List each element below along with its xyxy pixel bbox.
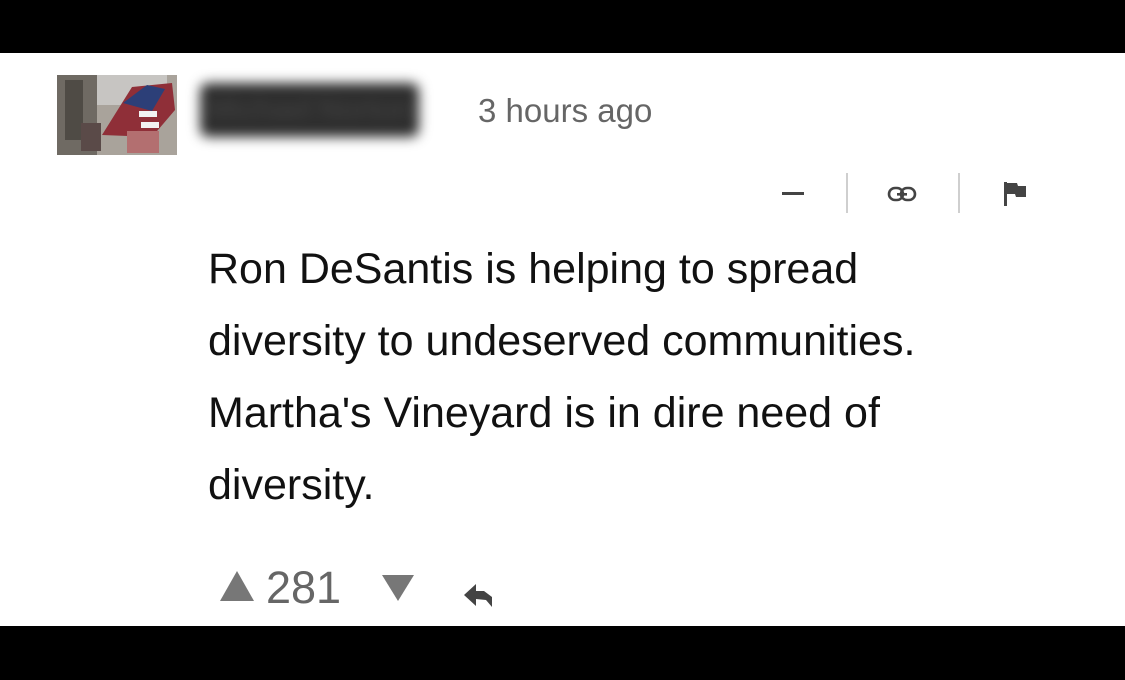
avatar-image — [57, 75, 177, 155]
minus-icon — [782, 192, 804, 195]
action-separator — [846, 173, 848, 213]
permalink-button[interactable] — [882, 171, 922, 217]
reply-icon — [464, 584, 492, 607]
letterbox-bottom — [0, 626, 1125, 680]
username-redacted[interactable]: Michael Norton — [200, 83, 419, 137]
comment-body: Ron DeSantis is helping to spread divers… — [208, 245, 916, 509]
reply-button[interactable] — [462, 581, 496, 611]
action-separator — [958, 173, 960, 213]
flag-icon — [1004, 182, 1026, 206]
avatar[interactable] — [57, 75, 177, 155]
vote-bar: 281 — [218, 563, 518, 613]
vote-score: 281 — [266, 562, 342, 613]
downvote-arrow-icon — [382, 575, 414, 601]
comment-card: Michael Norton 3 hours ago Ron DeSantis … — [0, 53, 1125, 626]
downvote-button[interactable] — [380, 573, 416, 603]
upvote-arrow-icon — [220, 571, 254, 601]
link-icon — [887, 186, 917, 202]
username: Michael Norton — [200, 83, 419, 137]
flag-button[interactable] — [998, 171, 1032, 217]
upvote-button[interactable] — [218, 569, 256, 603]
comment-timestamp[interactable]: 3 hours ago — [478, 91, 652, 131]
comment-actions — [770, 171, 1060, 217]
collapse-button[interactable] — [776, 171, 810, 217]
letterbox-top — [0, 0, 1125, 53]
